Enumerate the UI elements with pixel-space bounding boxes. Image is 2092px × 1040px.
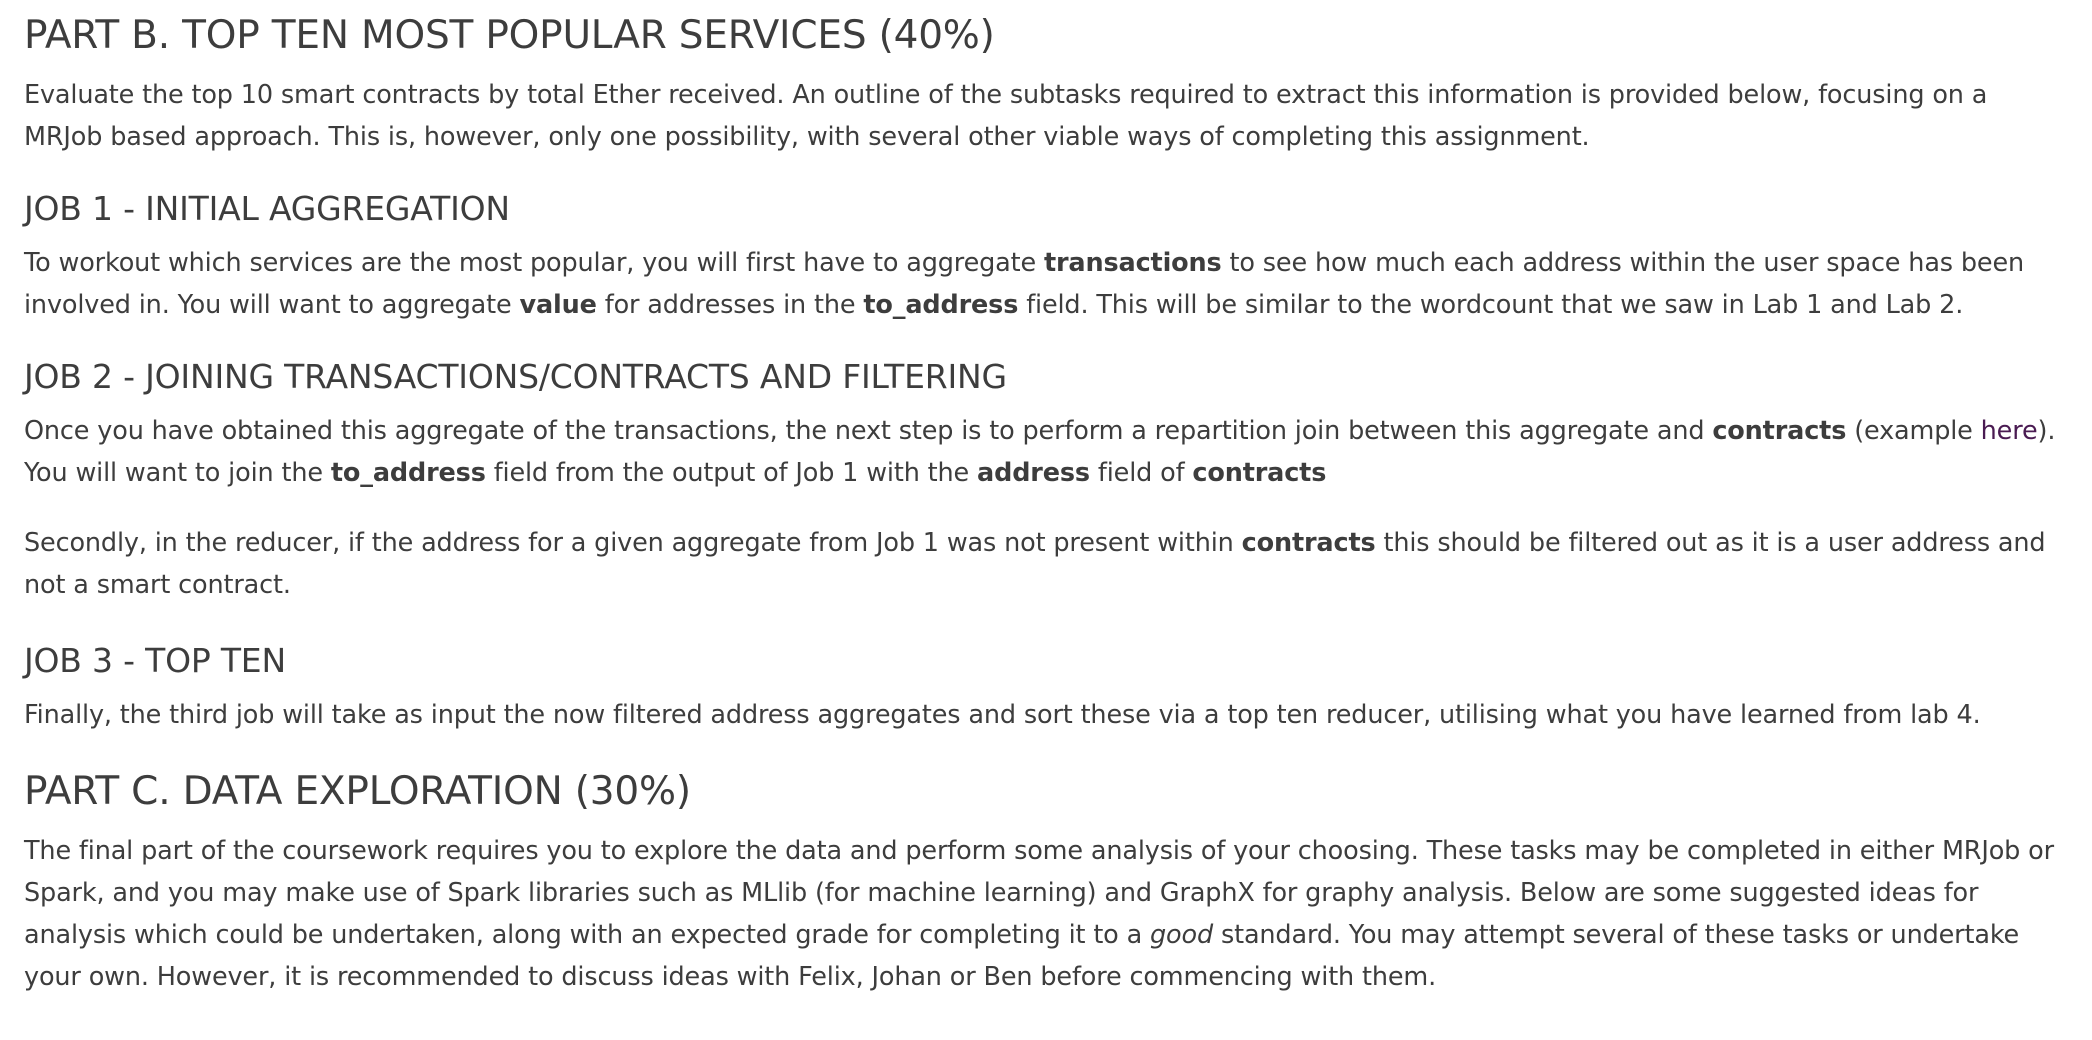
bold-term-to-address: to_address: [863, 290, 1019, 320]
part-b-heading: PART B. TOP TEN MOST POPULAR SERVICES (4…: [24, 13, 995, 58]
job1-paragraph: To workout which services are the most p…: [24, 242, 2068, 326]
bold-term-transactions: transactions: [1043, 248, 1222, 278]
document-page: PART B. TOP TEN MOST POPULAR SERVICES (4…: [0, 0, 2092, 998]
text-span: Secondly, in the reducer, if the address…: [24, 528, 1242, 558]
job3-heading: JOB 3 - TOP TEN: [24, 641, 286, 680]
bold-term-to-address: to_address: [330, 458, 486, 488]
part-c-paragraph: The final part of the coursework require…: [24, 830, 2068, 998]
job1-heading: JOB 1 - INITIAL AGGREGATION: [24, 189, 510, 228]
part-c-heading: PART C. DATA EXPLORATION (30%): [24, 769, 691, 814]
text-span: for addresses in the: [596, 290, 864, 320]
bold-term-value: value: [519, 290, 597, 320]
text-span: To workout which services are the most p…: [24, 248, 1044, 278]
example-link[interactable]: here: [1981, 416, 2038, 446]
text-span: Once you have obtained this aggregate of…: [24, 416, 1713, 446]
text-span: field. This will be similar to the wordc…: [1018, 290, 1964, 320]
job2-paragraph-1: Once you have obtained this aggregate of…: [24, 410, 2068, 494]
bold-term-address: address: [977, 458, 1090, 488]
text-span: field from the output of Job 1 with the: [485, 458, 978, 488]
job2-heading: JOB 2 - JOINING TRANSACTIONS/CONTRACTS A…: [24, 357, 1007, 396]
bold-term-contracts: contracts: [1712, 416, 1847, 446]
job3-paragraph: Finally, the third job will take as inpu…: [24, 700, 1981, 730]
text-span: (example: [1846, 416, 1981, 446]
text-span: field of: [1089, 458, 1193, 488]
bold-term-contracts: contracts: [1241, 528, 1376, 558]
bold-term-contracts: contracts: [1192, 458, 1327, 488]
job2-paragraph-2: Secondly, in the reducer, if the address…: [24, 522, 2068, 606]
part-b-intro: Evaluate the top 10 smart contracts by t…: [24, 80, 1988, 152]
italic-term-good: good: [1150, 920, 1213, 950]
